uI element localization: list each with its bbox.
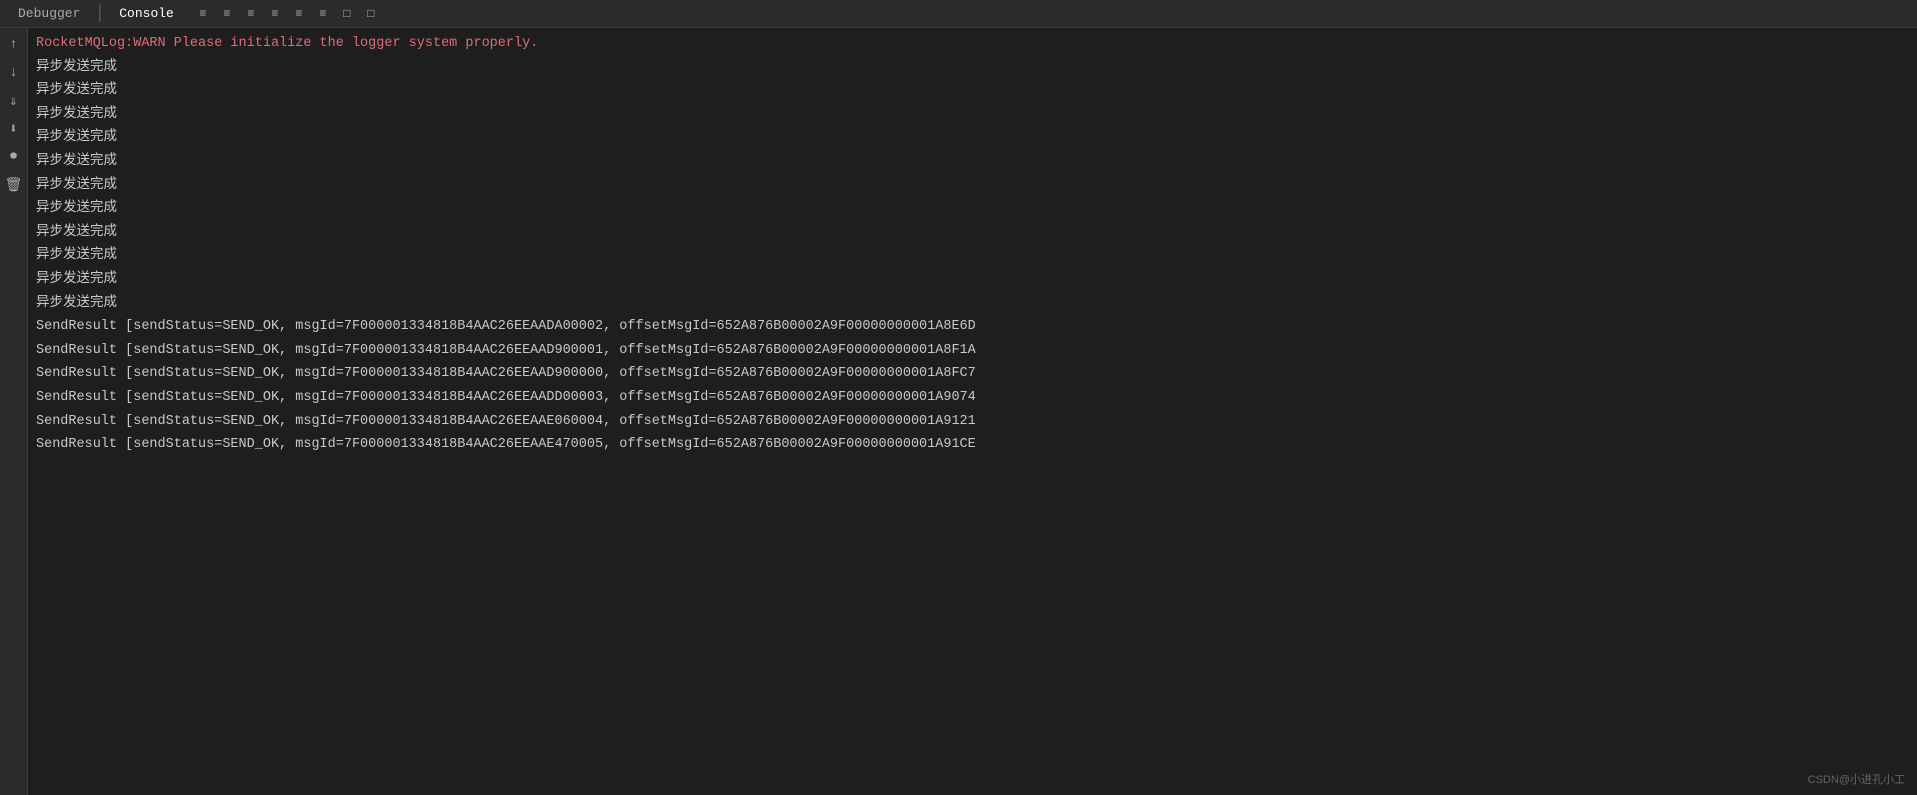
top-bar: Debugger | Console ≡ ≡ ≡ ≡ ≡ ≡ □ □ [0, 0, 1917, 28]
scroll-down-icon[interactable]: ↓ [3, 62, 25, 84]
send-result-4: SendResult [sendStatus=SEND_OK, msgId=7F… [36, 410, 1909, 434]
print-icon[interactable]: ⏺ [3, 146, 25, 168]
toolbar-icon-7[interactable]: □ [338, 5, 356, 23]
normal-line-10: 异步发送完成 [36, 292, 1909, 316]
warn-line: RocketMQLog:WARN Please initialize the l… [36, 32, 1909, 56]
tab-console[interactable]: Console [109, 6, 184, 21]
normal-line-0: 异步发送完成 [36, 56, 1909, 80]
scroll-up-icon[interactable]: ↑ [3, 34, 25, 56]
normal-line-2: 异步发送完成 [36, 103, 1909, 127]
main-container: ↑ ↓ ⇓ ⬇ ⏺ 🗑 RocketMQLog:WARN Please init… [0, 28, 1917, 795]
send-result-3: SendResult [sendStatus=SEND_OK, msgId=7F… [36, 386, 1909, 410]
watermark: CSDN@小进孔小工 [1808, 771, 1905, 787]
normal-line-8: 异步发送完成 [36, 244, 1909, 268]
console-output[interactable]: RocketMQLog:WARN Please initialize the l… [28, 28, 1917, 795]
clear-icon[interactable]: 🗑 [3, 174, 25, 196]
toolbar-icon-8[interactable]: □ [362, 5, 380, 23]
toolbar-icon-1[interactable]: ≡ [194, 5, 212, 23]
toolbar-icon-4[interactable]: ≡ [266, 5, 284, 23]
normal-line-1: 异步发送完成 [36, 79, 1909, 103]
toolbar-icon-6[interactable]: ≡ [314, 5, 332, 23]
sidebar: ↑ ↓ ⇓ ⬇ ⏺ 🗑 [0, 28, 28, 795]
filter-icon[interactable]: ⬇ [3, 118, 25, 140]
normal-line-4: 异步发送完成 [36, 150, 1909, 174]
toolbar-icons: ≡ ≡ ≡ ≡ ≡ ≡ □ □ [194, 5, 380, 23]
toolbar-icon-3[interactable]: ≡ [242, 5, 260, 23]
send-result-2: SendResult [sendStatus=SEND_OK, msgId=7F… [36, 362, 1909, 386]
send-result-0: SendResult [sendStatus=SEND_OK, msgId=7F… [36, 315, 1909, 339]
normal-line-6: 异步发送完成 [36, 197, 1909, 221]
send-result-1: SendResult [sendStatus=SEND_OK, msgId=7F… [36, 339, 1909, 363]
tab-debugger[interactable]: Debugger [8, 6, 90, 21]
scroll-end-icon[interactable]: ⇓ [3, 90, 25, 112]
normal-line-5: 异步发送完成 [36, 174, 1909, 198]
normal-line-9: 异步发送完成 [36, 268, 1909, 292]
tab-divider: | [94, 4, 105, 24]
normal-line-3: 异步发送完成 [36, 126, 1909, 150]
normal-line-7: 异步发送完成 [36, 221, 1909, 245]
toolbar-icon-2[interactable]: ≡ [218, 5, 236, 23]
send-result-5: SendResult [sendStatus=SEND_OK, msgId=7F… [36, 433, 1909, 457]
toolbar-icon-5[interactable]: ≡ [290, 5, 308, 23]
